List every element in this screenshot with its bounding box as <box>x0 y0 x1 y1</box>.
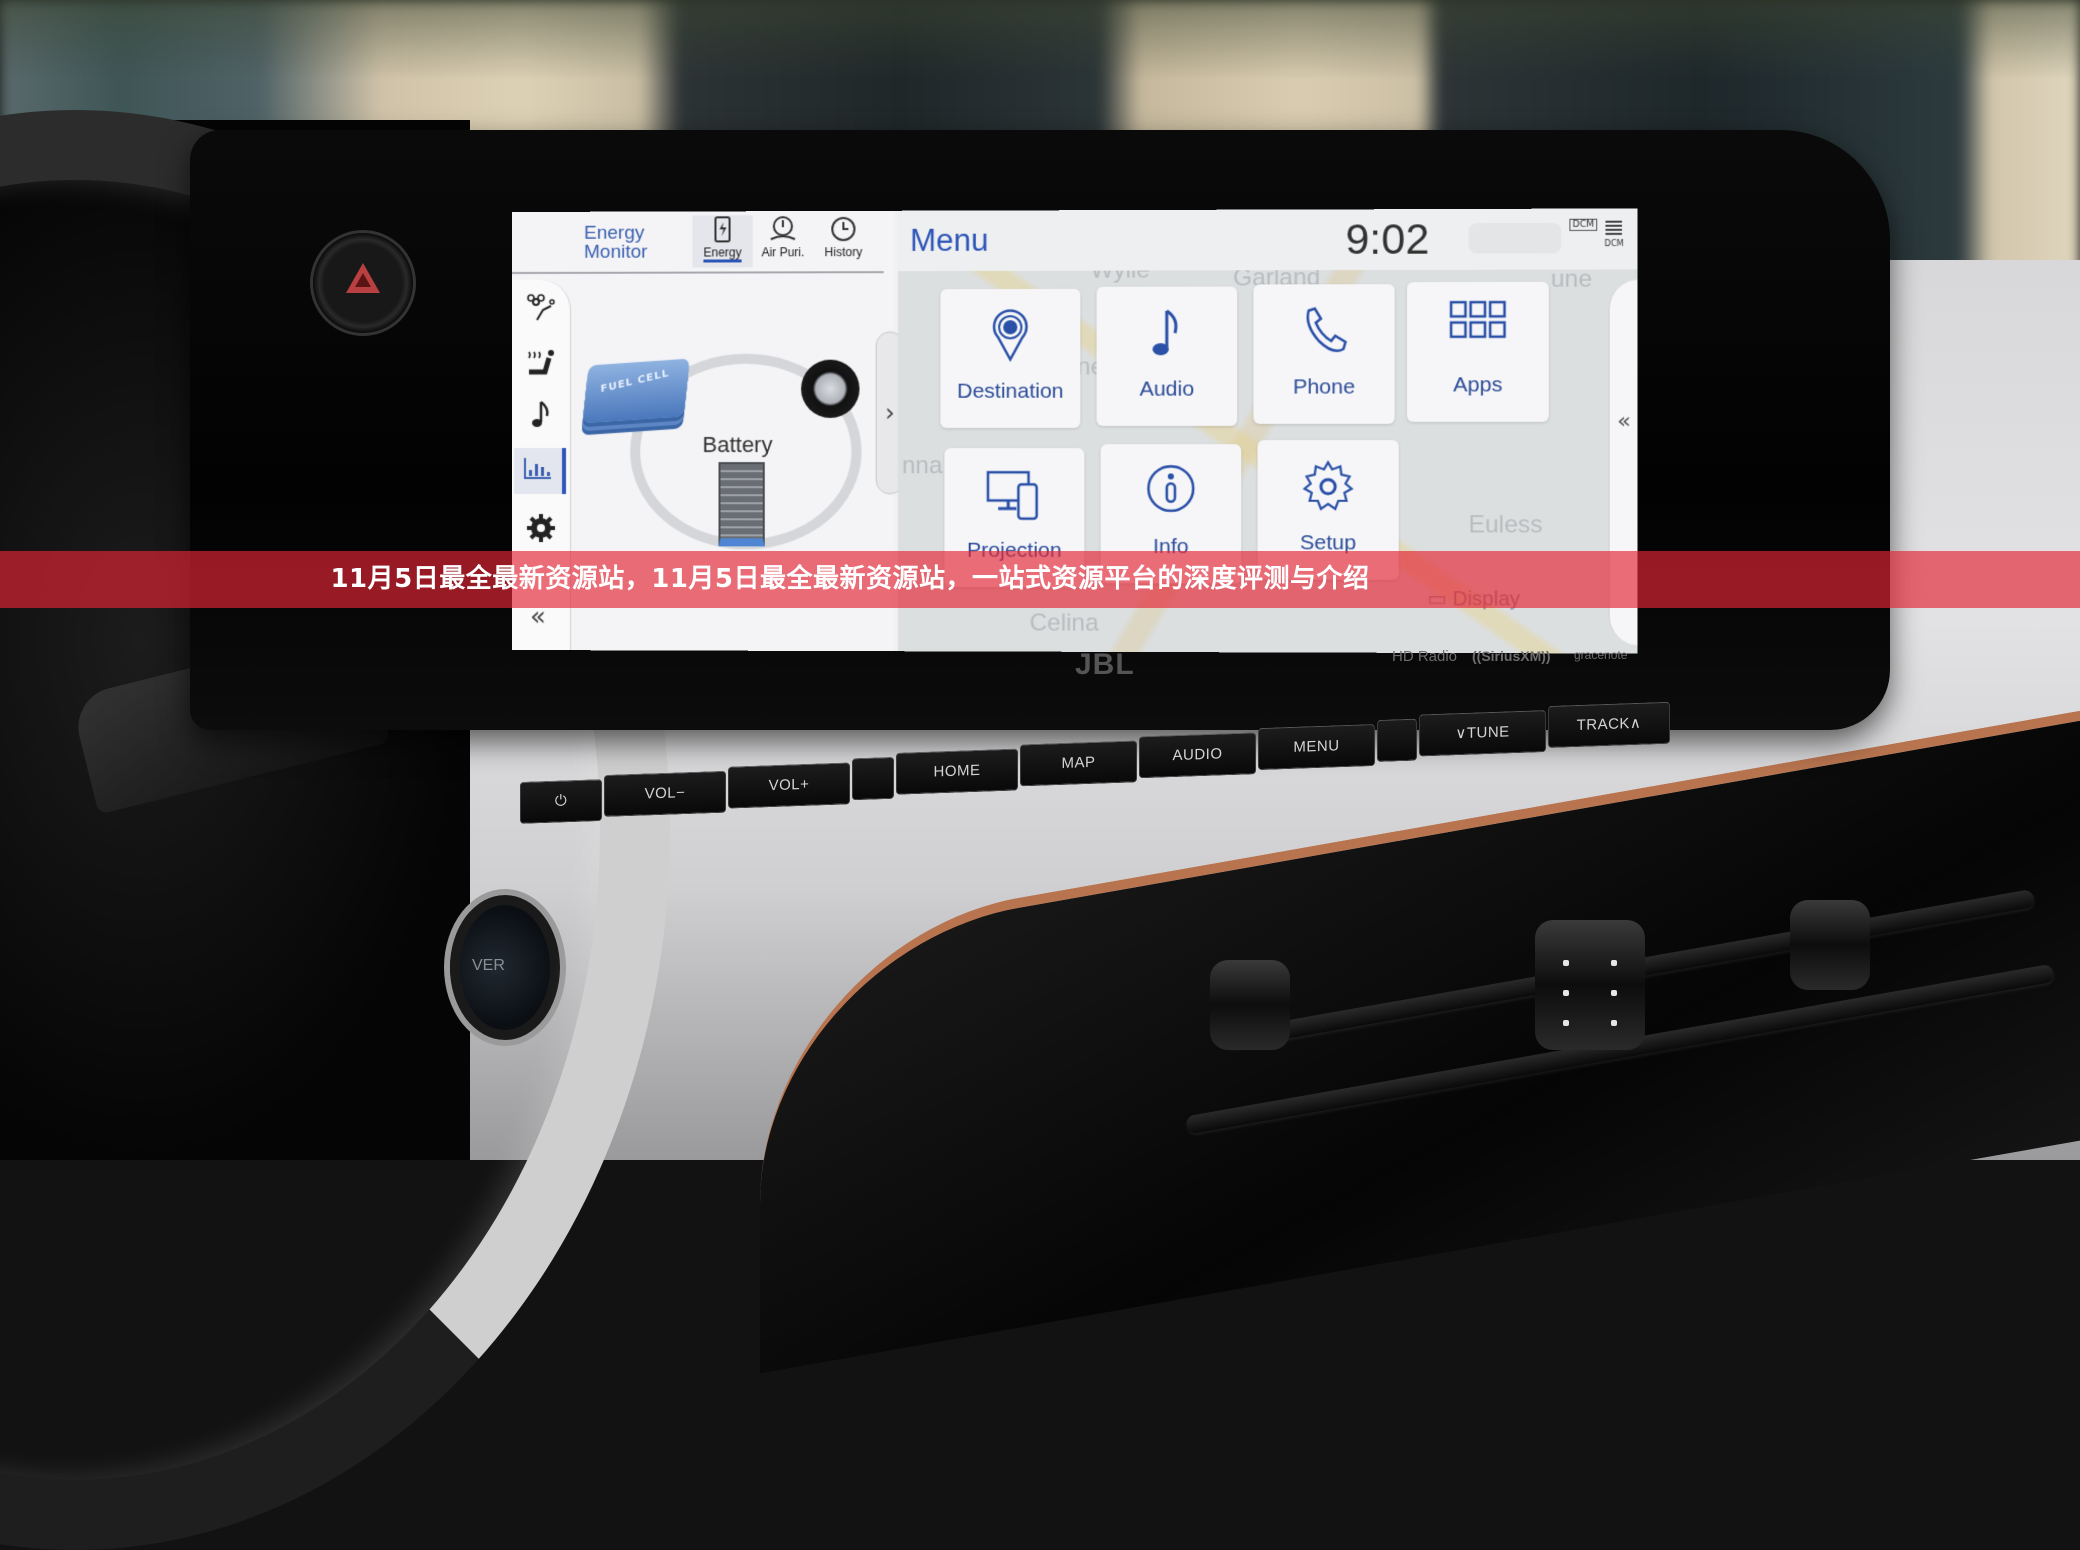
tab-history-label: History <box>825 245 863 259</box>
tile-destination-label: Destination <box>940 380 1080 404</box>
battery-icon <box>718 462 764 546</box>
hardkey-power[interactable]: ⏻ <box>520 779 602 824</box>
hardkey-menu[interactable]: MENU <box>1258 724 1375 770</box>
tab-energy[interactable]: Energy <box>692 215 752 267</box>
hardkey-label: MENU <box>1293 737 1339 756</box>
background-foliage <box>0 0 2080 80</box>
air-purifier-icon <box>753 215 813 245</box>
hardkey-label: ∨TUNE <box>1455 723 1509 742</box>
hardkey-track[interactable]: TRACK∧ <box>1548 702 1670 748</box>
fuel-cell-label: FUEL CELL <box>600 368 669 395</box>
tile-audio[interactable]: Audio <box>1097 286 1238 425</box>
hazard-button[interactable] <box>310 230 416 336</box>
dcm-label: DCM <box>1604 239 1623 248</box>
map-label: nna <box>902 452 943 480</box>
map-label: Celina <box>1030 609 1099 637</box>
tab-history[interactable]: History <box>813 215 874 267</box>
info-icon <box>1101 462 1242 523</box>
hardkey-audio[interactable]: AUDIO <box>1139 732 1256 778</box>
vent-center-control[interactable] <box>1535 920 1645 1050</box>
tile-audio-label: Audio <box>1097 377 1238 401</box>
gear-icon <box>1258 458 1399 519</box>
jbl-logo: JBL <box>1075 648 1135 682</box>
vent-knob <box>1210 960 1290 1050</box>
signal-bars-icon <box>1605 221 1622 235</box>
tile-phone-label: Phone <box>1253 375 1394 399</box>
title-line-1: Energy <box>584 224 648 243</box>
menu-header: Menu 9:02 DCM DCM <box>898 208 1638 271</box>
tab-energy-label: Energy <box>703 245 741 262</box>
tile-apps[interactable]: Apps <box>1407 282 1549 422</box>
bar-chart-icon[interactable] <box>514 448 566 494</box>
tile-apps-label: Apps <box>1407 373 1549 397</box>
fuel-cell-icon: FUEL CELL <box>582 358 689 423</box>
double-chevron-left-icon: « <box>1617 409 1631 434</box>
hardkey-label: VOL− <box>645 784 686 802</box>
music-note-icon[interactable] <box>522 398 560 436</box>
tile-phone[interactable]: Phone <box>1253 284 1394 424</box>
siriusxm-logo: ((SiriusXM)) <box>1472 648 1551 664</box>
fan-seat-icon[interactable] <box>522 292 560 330</box>
hardkey-label: VOL+ <box>769 776 810 794</box>
menu-title: Menu <box>910 223 988 259</box>
battery-label: Battery <box>702 432 772 458</box>
map-pin-icon <box>940 307 1080 368</box>
wheel-icon <box>801 360 860 418</box>
gear-icon[interactable] <box>522 512 560 550</box>
battery-bolt-icon <box>692 215 752 245</box>
hardkey-vol-up[interactable]: VOL+ <box>728 762 850 808</box>
hardkey-label: MAP <box>1061 754 1095 772</box>
hazard-triangle-icon <box>346 263 380 293</box>
hardkey-vol-down[interactable]: VOL− <box>604 771 726 817</box>
map-label: une <box>1551 265 1592 294</box>
energy-monitor-title: Energy Monitor <box>584 224 648 262</box>
energy-monitor-header: Energy Monitor Energy Air Puri. History <box>512 211 884 274</box>
hd-radio-logo: HD Radio <box>1392 648 1457 665</box>
tile-destination[interactable]: Destination <box>940 289 1080 428</box>
tab-air-purifier-label: Air Puri. <box>761 245 804 259</box>
hardkey-blank[interactable] <box>852 757 894 800</box>
power-icon: ⏻ <box>555 792 567 809</box>
title-line-2: Monitor <box>584 243 648 262</box>
chevron-right-icon: › <box>885 399 895 427</box>
hardkey-home[interactable]: HOME <box>896 749 1018 795</box>
tab-air-purifier[interactable]: Air Puri. <box>753 215 813 267</box>
caption-text: 11月5日最全最新资源站，11月5日最全最新资源站，一站式资源平台的深度评测与介… <box>0 551 2080 608</box>
vent-knob <box>1790 900 1870 990</box>
map-label: Euless <box>1469 511 1543 540</box>
clock-icon <box>813 215 874 245</box>
clock: 9:02 <box>1345 215 1429 264</box>
dcm-status-icon: DCM <box>1569 219 1597 231</box>
phone-icon <box>1253 302 1394 363</box>
hardkey-label: HOME <box>934 762 981 781</box>
caption-banner: 11月5日最全最新资源站，11月5日最全最新资源站，一站式资源平台的深度评测与介… <box>0 551 2080 608</box>
projection-icon <box>944 466 1084 527</box>
hardkey-blank[interactable] <box>1377 719 1417 762</box>
hardkey-tune[interactable]: ∨TUNE <box>1419 710 1546 756</box>
gracenote-logo: gracenote <box>1574 648 1627 662</box>
hardkey-label: TRACK∧ <box>1577 715 1642 734</box>
hardkey-label: AUDIO <box>1172 745 1222 764</box>
seat-heater-icon[interactable] <box>522 346 560 384</box>
energy-flow-diagram: FUEL CELL Battery <box>572 281 884 583</box>
status-area <box>1469 223 1562 254</box>
hardkey-map[interactable]: MAP <box>1020 740 1137 786</box>
apps-grid-icon <box>1407 300 1549 361</box>
music-note-icon <box>1097 305 1238 366</box>
